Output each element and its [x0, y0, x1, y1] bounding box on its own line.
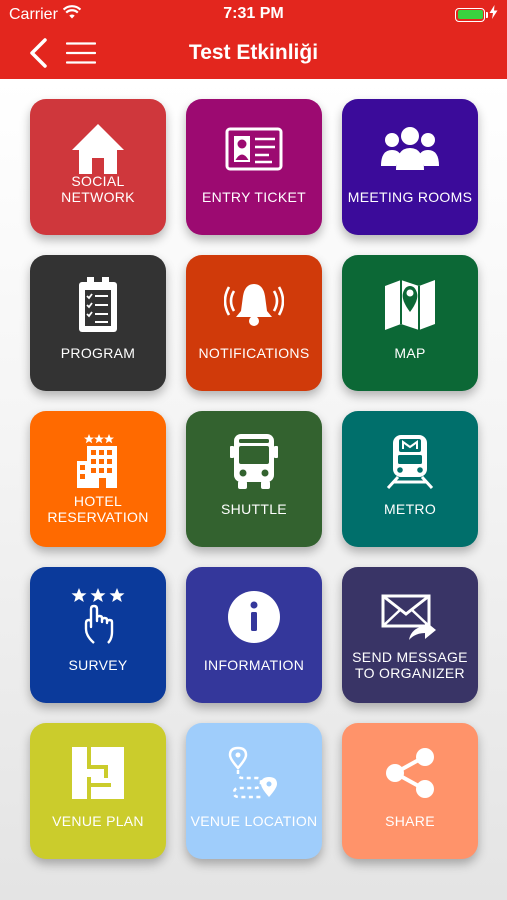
tile-label: SHUTTLE — [221, 501, 287, 517]
tile-label: VENUE PLAN — [52, 813, 144, 829]
tile-information[interactable]: INFORMATION — [186, 567, 322, 703]
floor-plan-icon — [30, 741, 166, 805]
tile-notifications[interactable]: NOTIFICATIONS — [186, 255, 322, 391]
tile-label: MEETING ROOMS — [347, 189, 473, 205]
tile-hotel-reservation[interactable]: HOTEL RESERVATION — [30, 411, 166, 547]
users-icon — [342, 117, 478, 181]
survey-icon — [30, 585, 166, 649]
feature-grid: SOCIAL NETWORK ENTRY TICKET MEETING ROOM… — [30, 99, 478, 859]
mail-forward-icon — [342, 585, 478, 649]
nav-bar: Test Etkinliği — [0, 28, 507, 79]
tile-label: MAP — [394, 345, 426, 361]
tile-label: ENTRY TICKET — [202, 189, 306, 205]
tile-map[interactable]: MAP — [342, 255, 478, 391]
map-icon — [342, 273, 478, 337]
tile-entry-ticket[interactable]: ENTRY TICKET — [186, 99, 322, 235]
tile-share[interactable]: SHARE — [342, 723, 478, 859]
tile-label: INFORMATION — [203, 657, 305, 673]
metro-icon — [342, 429, 478, 493]
app-header: Carrier 7:31 PM Test Etkinliği — [0, 0, 507, 79]
id-card-icon — [186, 117, 322, 181]
home-icon — [30, 117, 166, 181]
route-icon — [186, 741, 322, 805]
tile-label: NOTIFICATIONS — [198, 345, 310, 361]
tile-social-network[interactable]: SOCIAL NETWORK — [30, 99, 166, 235]
battery-icon — [455, 7, 488, 22]
tile-venue-plan[interactable]: VENUE PLAN — [30, 723, 166, 859]
tile-shuttle[interactable]: SHUTTLE — [186, 411, 322, 547]
tile-label: METRO — [383, 501, 437, 517]
tile-metro[interactable]: METRO — [342, 411, 478, 547]
tile-program[interactable]: PROGRAM — [30, 255, 166, 391]
bus-icon — [186, 429, 322, 493]
page-title: Test Etkinliği — [188, 41, 319, 64]
info-icon — [186, 585, 322, 649]
hotel-icon — [30, 429, 166, 493]
bell-icon — [186, 273, 322, 337]
tile-label: HOTEL RESERVATION — [47, 493, 149, 525]
tile-label: PROGRAM — [60, 345, 136, 361]
tile-label: SOCIAL NETWORK — [61, 173, 135, 205]
tile-label: VENUE LOCATION — [190, 813, 318, 829]
tile-venue-location[interactable]: VENUE LOCATION — [186, 723, 322, 859]
share-icon — [342, 741, 478, 805]
checklist-icon — [30, 273, 166, 337]
tile-meeting-rooms[interactable]: MEETING ROOMS — [342, 99, 478, 235]
status-bar: Carrier 7:31 PM — [0, 0, 507, 28]
tile-survey[interactable]: SURVEY — [30, 567, 166, 703]
tile-label: SHARE — [385, 813, 435, 829]
status-time: 7:31 PM — [223, 5, 284, 22]
tile-send-message[interactable]: SEND MESSAGE TO ORGANIZER — [342, 567, 478, 703]
dashboard-content: SOCIAL NETWORK ENTRY TICKET MEETING ROOM… — [0, 79, 507, 900]
battery-status — [455, 5, 498, 24]
charging-icon — [489, 5, 498, 24]
tile-label: SEND MESSAGE TO ORGANIZER — [352, 649, 468, 681]
tile-label: SURVEY — [68, 657, 128, 673]
